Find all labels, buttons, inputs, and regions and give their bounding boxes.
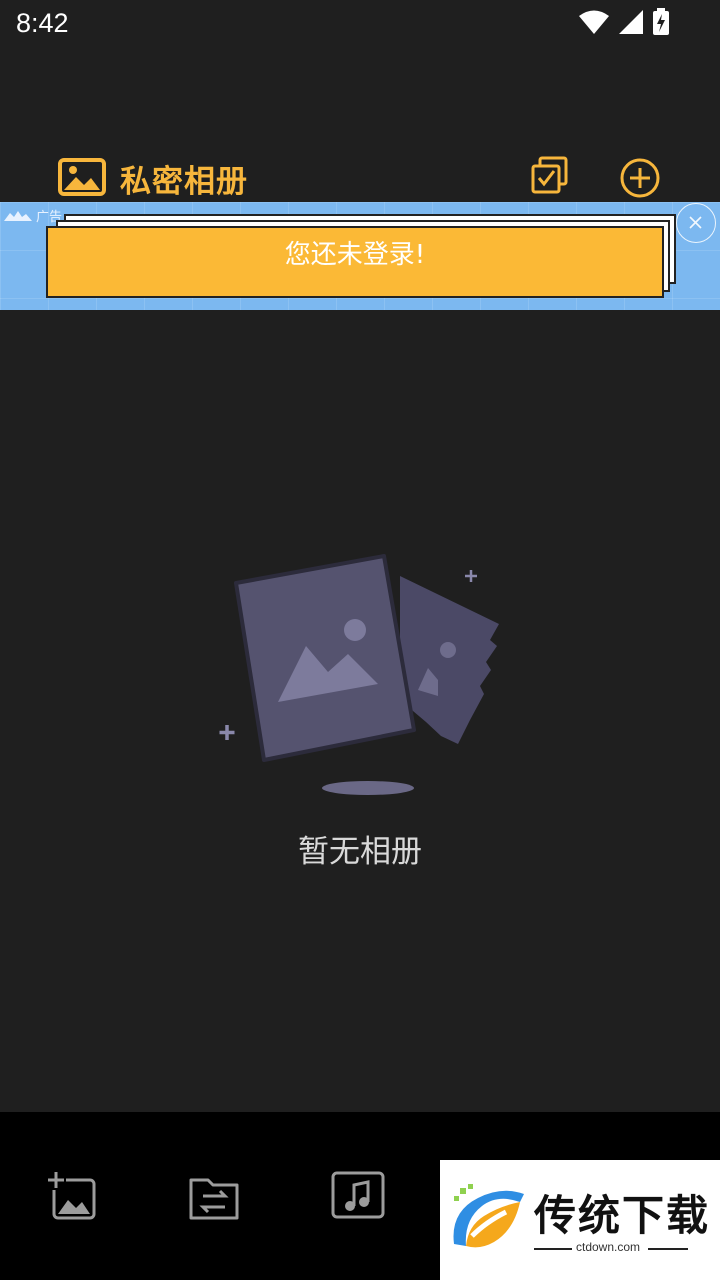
battery-charging-icon xyxy=(653,8,669,35)
login-prompt-text: 您还未登录! xyxy=(284,240,426,270)
status-icons xyxy=(578,8,670,36)
folder-transfer-icon[interactable] xyxy=(186,1170,242,1226)
album-icon xyxy=(58,158,106,196)
music-icon[interactable] xyxy=(330,1170,386,1226)
watermark-title: 传统下载 xyxy=(534,1191,711,1240)
empty-state-text: 暂无相册 xyxy=(298,834,422,870)
ctdown-logo-icon xyxy=(453,1184,524,1248)
watermark-divider xyxy=(534,1248,572,1250)
watermark-subtitle: ctdown.com xyxy=(576,1240,641,1254)
ad-close-button[interactable] xyxy=(676,203,716,243)
empty-album-illustration xyxy=(219,554,499,795)
add-photo-icon[interactable] xyxy=(46,1170,102,1226)
ad-label: 广告 xyxy=(4,206,62,225)
add-album-button[interactable] xyxy=(618,156,662,200)
status-time: 8:42 xyxy=(16,8,69,38)
wifi-icon xyxy=(579,10,609,34)
app-header: 私密相册 xyxy=(0,140,720,210)
cellular-signal-icon xyxy=(619,10,643,34)
multi-select-button[interactable] xyxy=(530,156,570,196)
watermark: 传统下载 ctdown.com xyxy=(440,1160,720,1280)
status-bar: 8:42 xyxy=(0,0,720,50)
ad-logo-icon xyxy=(4,210,32,221)
login-prompt-card[interactable]: 您还未登录! xyxy=(46,226,664,298)
watermark-divider xyxy=(648,1248,688,1250)
page-title: 私密相册 xyxy=(120,164,248,200)
close-icon xyxy=(689,216,702,229)
